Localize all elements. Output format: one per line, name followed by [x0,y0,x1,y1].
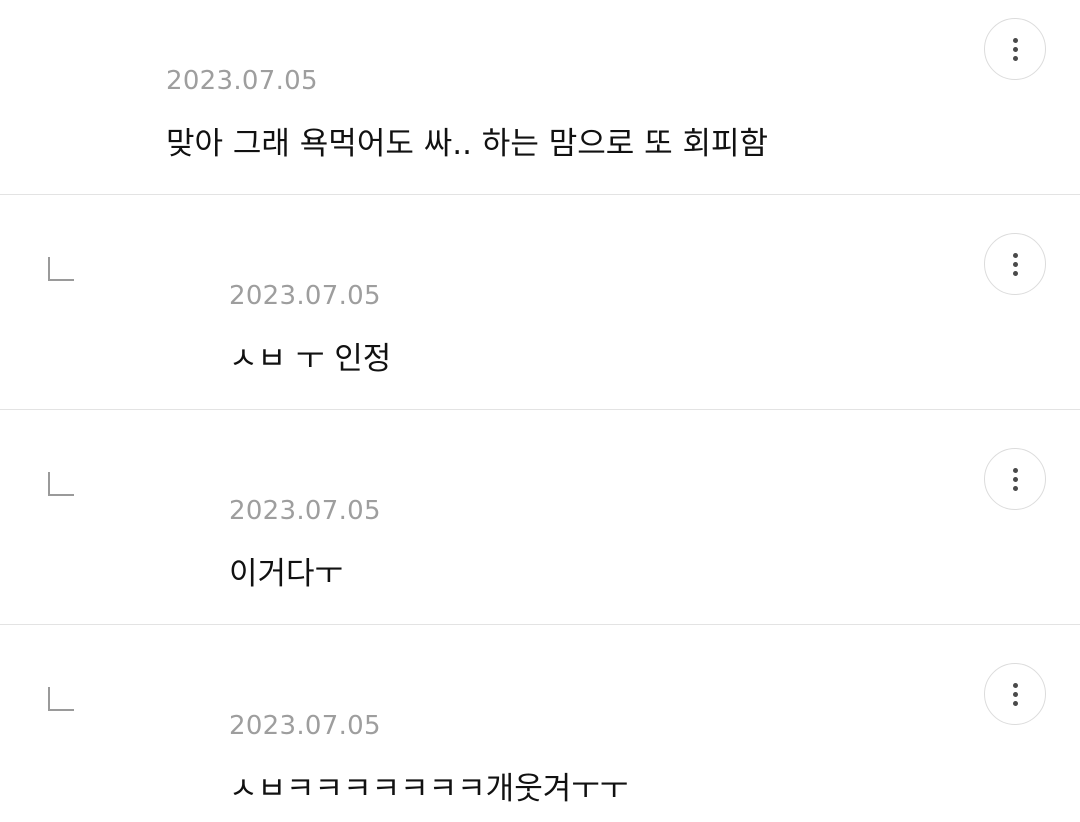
more-vertical-icon [1012,252,1018,276]
reply-date: 2023.07.05 [229,496,381,526]
reply-date: 2023.07.05 [229,711,381,741]
more-vertical-icon [1012,682,1018,706]
reply-item: 2023.07.05 이거다ㅜ [0,410,1080,625]
comment-list: 2023.07.05 맞아 그래 욕먹어도 싸.. 하는 맘으로 또 회피함 2… [0,0,1080,822]
reply-date: 2023.07.05 [229,281,381,311]
more-options-button[interactable] [984,448,1046,510]
comment-text: 맞아 그래 욕먹어도 싸.. 하는 맘으로 또 회피함 [166,126,769,162]
more-vertical-icon [1012,37,1018,61]
reply-arrow-icon [48,472,74,496]
reply-text: ㅅㅂ ㅜ 인정 [229,341,392,377]
reply-arrow-icon [48,257,74,281]
comment-date: 2023.07.05 [166,66,318,96]
reply-text: 이거다ㅜ [229,556,344,592]
more-options-button[interactable] [984,233,1046,295]
more-options-button[interactable] [984,663,1046,725]
reply-item: 2023.07.05 ㅅㅂ ㅜ 인정 [0,195,1080,410]
reply-arrow-icon [48,687,74,711]
reply-text: ㅅㅂㅋㅋㅋㅋㅋㅋㅋ개웃겨ㅜㅜ [229,771,629,807]
comment-item: 2023.07.05 맞아 그래 욕먹어도 싸.. 하는 맘으로 또 회피함 [0,0,1080,195]
more-options-button[interactable] [984,18,1046,80]
more-vertical-icon [1012,467,1018,491]
reply-item: 2023.07.05 ㅅㅂㅋㅋㅋㅋㅋㅋㅋ개웃겨ㅜㅜ [0,625,1080,822]
